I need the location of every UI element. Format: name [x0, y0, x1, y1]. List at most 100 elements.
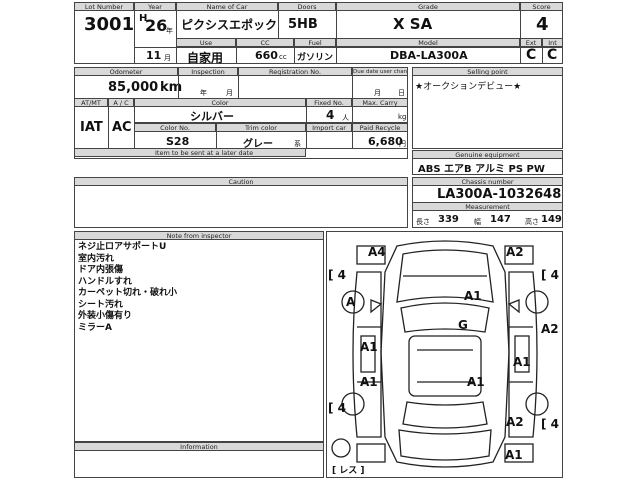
lot-number-value: 3001 — [84, 14, 135, 35]
col-divider — [520, 2, 521, 64]
model-value: DBA-LA300A — [390, 49, 468, 62]
odometer-header: Odometer — [74, 67, 178, 76]
height-label: 高さ — [525, 218, 539, 226]
caution-header: Caution — [74, 177, 408, 186]
name-of-car-header: Name of Car — [176, 2, 278, 11]
due-day-unit: 日 — [398, 89, 405, 97]
inspector-notes-list: ネジ止ロアサポートU 室内汚れ ドア内張傷 ハンドルすれ カーペット切れ・破れ小… — [78, 242, 177, 334]
month-value: 11 — [146, 49, 162, 62]
tire-mark-left-front: [ 4 — [328, 268, 347, 282]
score-value: 4 — [536, 14, 549, 35]
spare-tire-mark: [ レス ] — [332, 466, 365, 476]
length-value: 339 — [438, 214, 459, 225]
tire-mark-right-rear: [ 4 — [541, 417, 560, 431]
chassis-value: LA300A-1032648 — [437, 187, 562, 202]
height-value: 149 — [541, 214, 562, 225]
fuel-value: ガソリン — [297, 53, 334, 63]
use-value: 自家用 — [187, 51, 224, 65]
lot-number-header: Lot Number — [74, 2, 134, 11]
col-divider — [542, 38, 543, 64]
inspector-note: ハンドルすれ — [78, 276, 133, 287]
damage-mark-hood: A1 — [464, 289, 482, 303]
use-header: Use — [176, 38, 236, 47]
grade-header: Grade — [336, 2, 520, 11]
transmission-value: IAT — [80, 120, 103, 135]
year-value: 26 — [145, 16, 168, 35]
cc-header: CC — [236, 38, 294, 47]
col-divider — [352, 67, 353, 98]
genuine-equipment-header: Genuine equipment — [412, 150, 563, 159]
year-header: Year — [134, 2, 176, 11]
max-carry-unit: kg — [398, 113, 407, 121]
damage-mark-right-door: A1 — [513, 355, 531, 369]
inspector-note: 室内汚れ — [78, 253, 115, 264]
damage-mark-rear-right-corner: A2 — [506, 415, 524, 429]
paid-recycle-header: Paid Recycle — [352, 123, 408, 132]
inspector-note: カーペット切れ・破れ小 — [78, 288, 178, 298]
ext-header: Ext — [520, 38, 542, 47]
ac-header: A / C — [108, 98, 134, 107]
damage-mark-left-front-door: A — [346, 295, 356, 309]
selling-point-value: ★オークションデビュー★ — [415, 82, 522, 92]
import-car-header: Import car — [306, 123, 352, 132]
color-header: Color — [134, 98, 306, 107]
inspector-note: シート汚れ — [78, 299, 124, 310]
tire-value: 4 — [550, 268, 560, 282]
inspection-header: Inspection — [178, 67, 238, 76]
doors-value: 5HB — [288, 17, 318, 32]
measurement-header: Measurement — [412, 202, 563, 211]
doors-header: Doors — [278, 2, 336, 11]
cc-unit: cc — [279, 53, 287, 61]
int-header: Int — [542, 38, 563, 47]
inspector-note: ドア内張傷 — [78, 265, 124, 275]
year-unit: 年 — [166, 27, 173, 35]
cc-value: 660 — [255, 49, 278, 62]
fuel-header: Fuel — [294, 38, 336, 47]
tire-value: 4 — [337, 268, 347, 282]
tire-mark-left-rear: [ 4 — [328, 401, 347, 415]
inspector-note: 外装小傷有り — [78, 311, 133, 321]
odometer-value: 85,000 — [108, 80, 159, 95]
score-header: Score — [520, 2, 563, 11]
damage-mark-roof: G — [458, 318, 468, 332]
inspector-note: ミラーA — [78, 322, 112, 333]
tire-mark-right-front: [ 4 — [541, 268, 560, 282]
int-value: C — [547, 47, 558, 63]
row-divider — [134, 47, 563, 48]
ac-value: AC — [112, 120, 132, 135]
selling-point-header: Selling point — [412, 67, 563, 76]
at-mt-header: AT/MT — [74, 98, 108, 107]
due-month-unit: 月 — [374, 89, 381, 97]
damage-mark-trunk: A1 — [505, 448, 523, 462]
length-label: 長さ — [416, 218, 430, 226]
col-divider — [134, 2, 135, 64]
tire-value: 4 — [337, 401, 347, 415]
col-divider — [336, 2, 337, 64]
trim-color-header: Trim color — [216, 123, 306, 132]
max-carry-header: Max. Carry — [352, 98, 408, 107]
spare-tire-value: レス — [339, 466, 358, 476]
col-divider — [278, 2, 279, 38]
width-label: 幅 — [474, 218, 481, 226]
col-divider — [238, 67, 239, 98]
damage-mark-right-rear-fender: A1 — [467, 375, 485, 389]
chassis-header: Chassis number — [412, 177, 563, 186]
registration-header: Registration No. — [238, 67, 352, 76]
damage-mark-front-right-corner: A2 — [506, 245, 524, 259]
car-name-value: ピクシスエポック — [181, 18, 278, 32]
paid-recycle-value: 6,680 — [368, 135, 403, 148]
month-unit: 月 — [164, 54, 171, 62]
col-divider — [176, 2, 177, 64]
due-date-header: Due date user change — [352, 67, 408, 76]
damage-mark-left-rear-door: A1 — [360, 340, 378, 354]
col-divider — [178, 67, 179, 98]
damage-mark-right-front-fender: A2 — [541, 322, 559, 336]
information-header: Information — [74, 442, 324, 451]
item-to-be-sent-header: Item to be sent at a later date — [74, 148, 306, 157]
col-divider — [216, 123, 217, 148]
fixed-no-header: Fixed No. — [306, 98, 352, 107]
col-divider — [236, 38, 237, 64]
fixed-no-value: 4 — [326, 108, 335, 122]
inspector-note: ネジ止ロアサポートU — [78, 242, 167, 252]
tire-value: 4 — [550, 417, 560, 431]
